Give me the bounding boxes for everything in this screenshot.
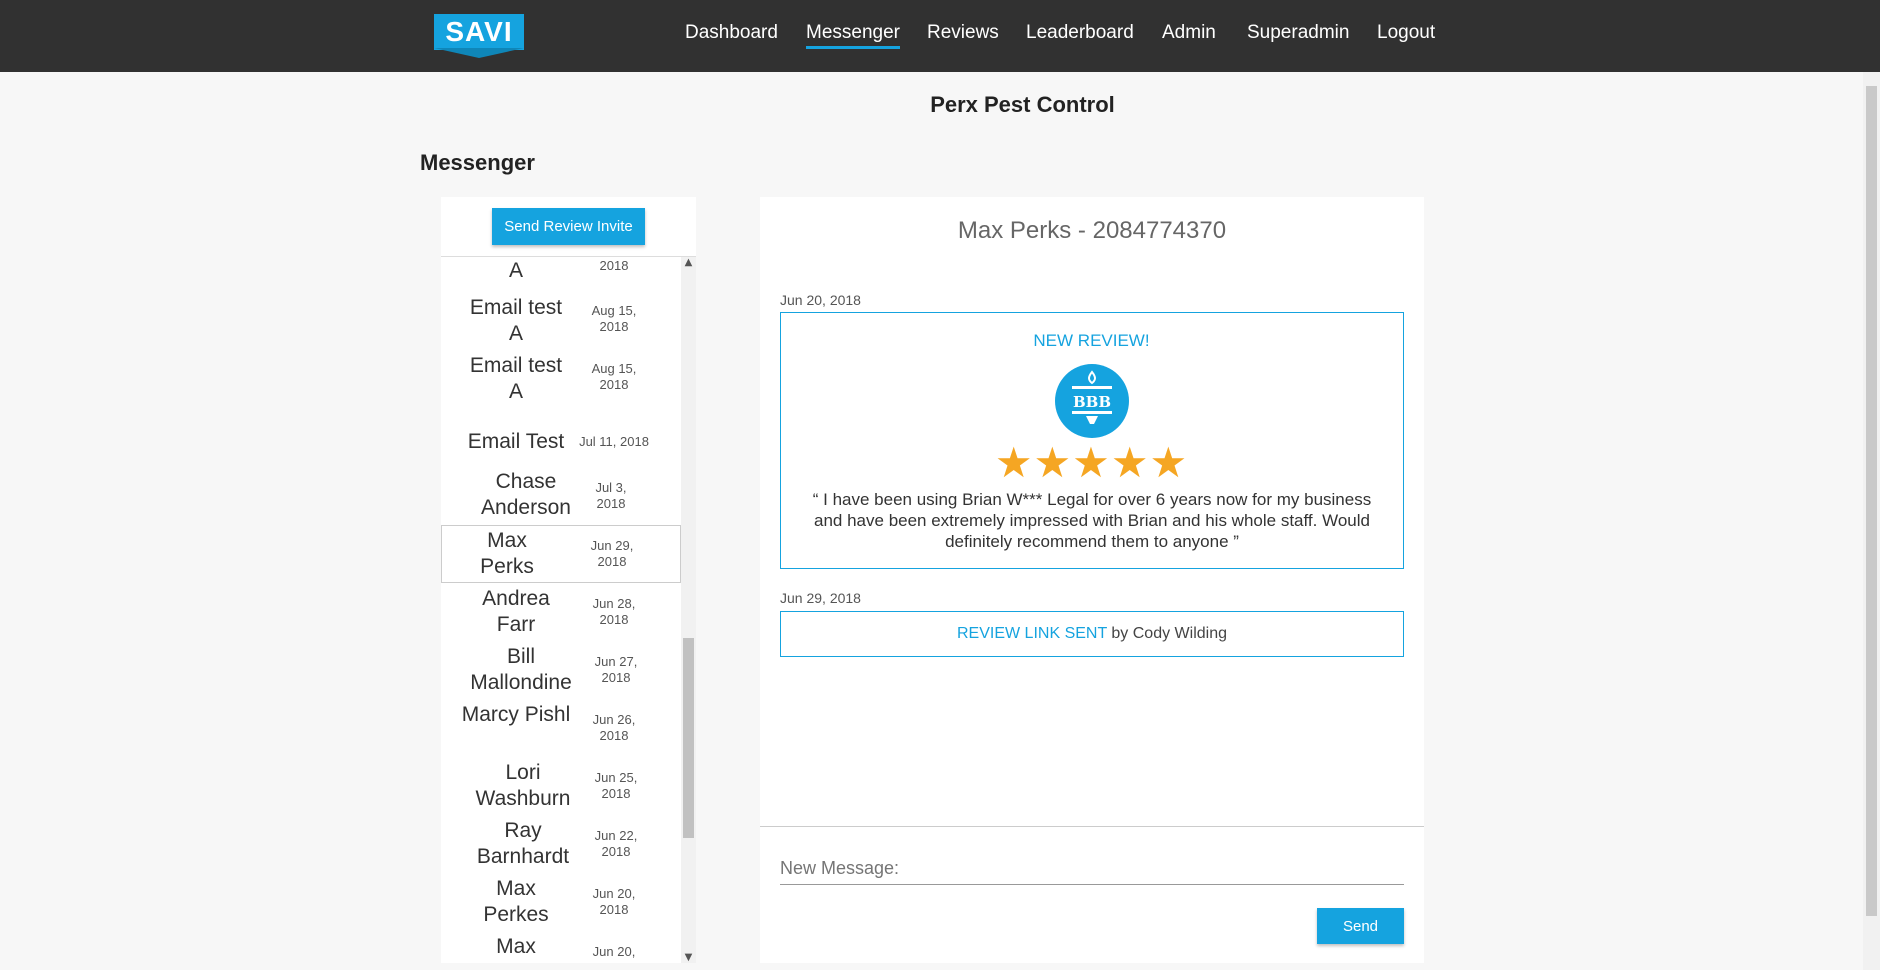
contact-name: Email test A: [469, 354, 563, 403]
contact-date: Jun 27, 2018: [594, 654, 638, 685]
nav-messenger[interactable]: Messenger: [806, 22, 900, 49]
contact-item[interactable]: Email test A Aug 15, 2018: [441, 350, 681, 408]
contact-date: Jun 20, 2018: [592, 944, 636, 963]
message-date: Jun 29, 2018: [780, 590, 861, 606]
contact-name: Email test A: [469, 296, 563, 345]
contact-date: Jun 22, 2018: [594, 828, 638, 859]
contact-name: Chase Anderson: [481, 470, 571, 519]
contact-name: A: [508, 259, 523, 282]
scroll-up-icon[interactable]: ▲: [681, 257, 696, 268]
contact-name: Max Perks: [480, 529, 534, 578]
nav-reviews[interactable]: Reviews: [927, 22, 999, 44]
contact-name: Andrea Farr: [482, 587, 550, 636]
contact-list: A Aug 15, 2018 Email test A Aug 15, 2018…: [441, 257, 681, 963]
contact-item[interactable]: Email test A Aug 15, 2018: [441, 292, 681, 350]
review-link-status: REVIEW LINK SENT: [956, 625, 1107, 642]
contact-date: Jul 11, 2018: [579, 434, 649, 449]
page-scroll-thumb[interactable]: [1866, 86, 1877, 916]
contact-name: Email Test: [467, 430, 565, 453]
review-message-card: NEW REVIEW! BBB ★★★★★ “ I have been usin…: [780, 312, 1404, 569]
scroll-down-icon[interactable]: ▼: [681, 952, 696, 963]
contact-date: Jun 25, 2018: [594, 770, 638, 801]
nav-admin[interactable]: Admin: [1162, 22, 1216, 44]
contact-date: Jun 26, 2018: [592, 712, 636, 743]
contact-list-scrollbar[interactable]: ▲ ▼: [681, 257, 696, 963]
contact-item[interactable]: Email Test Jul 11, 2018: [441, 413, 681, 471]
svg-text:BBB: BBB: [1073, 393, 1111, 411]
scroll-thumb[interactable]: [683, 638, 694, 838]
sent-by: by Cody Wilding: [1111, 625, 1228, 642]
contact-item[interactable]: Ray Barnhardt Jun 22, 2018: [441, 816, 681, 874]
nav-leaderboard[interactable]: Leaderboard: [1026, 22, 1134, 44]
review-heading: NEW REVIEW!: [1033, 331, 1150, 350]
savi-logo[interactable]: SAVI: [434, 14, 524, 58]
nav-superadmin[interactable]: Superadmin: [1247, 22, 1349, 44]
page-scrollbar[interactable]: [1863, 72, 1880, 970]
message-date: Jun 20, 2018: [780, 292, 861, 308]
contact-name: Max: [496, 935, 536, 958]
contact-name: Ray Barnhardt: [476, 819, 570, 868]
contact-date: Aug 15, 2018: [591, 303, 637, 334]
new-message-input[interactable]: [780, 853, 1404, 885]
company-name: Perx Pest Control: [930, 92, 1115, 117]
nav-dashboard[interactable]: Dashboard: [685, 22, 778, 44]
contact-date: Jul 3, 2018: [595, 480, 627, 511]
logo-text: SAVI: [434, 14, 524, 50]
divider: [760, 826, 1424, 827]
contact-name: Max Perkes: [483, 877, 549, 926]
logo-ribbon-icon: [434, 48, 524, 58]
contact-item[interactable]: Bill Mallondine Jun 27, 2018: [441, 642, 681, 700]
send-review-invite-button[interactable]: Send Review Invite: [492, 208, 645, 245]
contact-name: Bill Mallondine: [470, 645, 572, 694]
contact-date: Aug 15, 2018: [591, 361, 637, 392]
contact-item[interactable]: Chase Anderson Jul 3, 2018: [441, 467, 681, 525]
contact-date: Jun 29, 2018: [590, 538, 634, 569]
conversation-title: Max Perks - 2084774370: [957, 217, 1227, 244]
contacts-panel: Send Review Invite A Aug 15, 2018 Email …: [441, 197, 696, 963]
top-navbar: SAVI Dashboard Messenger Reviews Leaderb…: [0, 0, 1880, 72]
contact-item[interactable]: Max Jun 20, 2018: [441, 932, 681, 963]
contact-item-selected[interactable]: Max Perks Jun 29, 2018: [441, 525, 681, 583]
review-link-sent-card: REVIEW LINK SENT by Cody Wilding: [780, 611, 1404, 657]
page-title: Messenger: [420, 150, 535, 175]
contact-date: Jun 20, 2018: [592, 886, 636, 917]
contact-item[interactable]: Lori Washburn Jun 25, 2018: [441, 758, 681, 816]
send-button[interactable]: Send: [1317, 908, 1404, 944]
contact-item[interactable]: Max Perkes Jun 20, 2018: [441, 874, 681, 932]
contact-name: Marcy Pishl: [461, 703, 571, 726]
contact-item[interactable]: Marcy Pishl Jun 26, 2018: [441, 700, 681, 758]
contact-item[interactable]: Andrea Farr Jun 28, 2018: [441, 584, 681, 642]
nav-logout[interactable]: Logout: [1377, 22, 1435, 44]
contact-date: Jun 28, 2018: [592, 596, 636, 627]
five-star-rating: ★★★★★: [994, 438, 1189, 487]
bbb-icon: BBB: [1055, 364, 1129, 438]
contact-name: Lori Washburn: [475, 761, 571, 810]
contact-date: Aug 15, 2018: [599, 258, 629, 273]
review-text: “ I have been using Brian W*** Legal for…: [812, 490, 1372, 551]
conversation-panel: Max Perks - 2084774370 Jun 20, 2018 NEW …: [760, 197, 1424, 963]
